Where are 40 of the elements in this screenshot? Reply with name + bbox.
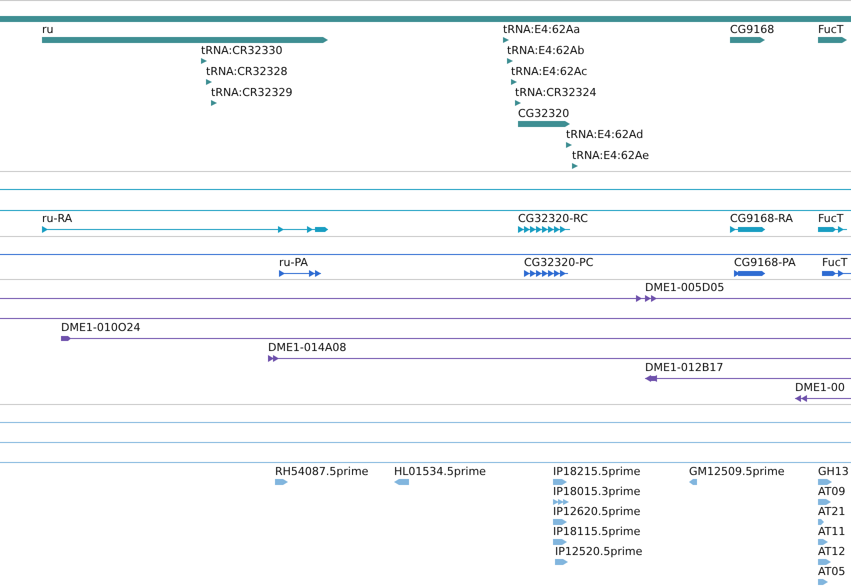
feature-label: AT11 [818,525,846,538]
feature-label: tRNA:E4:62Ae [572,149,649,162]
feature-label: RH54087.5prime [275,465,368,478]
feature-label: ru-PA [279,256,308,269]
feature-label: ru-RA [42,212,72,225]
feature-label: tRNA:CR32328 [206,65,288,78]
feature-label: GM12509.5prime [689,465,785,478]
feature-label: AT05 [818,565,846,578]
feature-label: DME1-012B17 [645,361,724,374]
feature-label: CG32320-RC [518,212,588,225]
feature-label: CG32320-PC [524,256,594,269]
feature-label: IP18215.5prime [553,465,640,478]
feature-label: FucT [822,256,848,269]
feature-label: CG9168-PA [734,256,796,269]
feature-label: tRNA:E4:62Ac [511,65,588,78]
feature-label: AT12 [818,545,846,558]
feature-label: CG32320 [518,107,570,120]
feature-label: ru [42,23,54,36]
feature-label: DME1-010O24 [61,321,141,334]
feature-label: tRNA:E4:62Ad [566,128,644,141]
feature-label: CG9168-RA [730,212,793,225]
feature-label: FucT [818,212,844,225]
feature-label: tRNA:E4:62Ab [507,44,584,57]
feature-label: DME1-014A08 [268,341,346,354]
feature-label: GH13 [818,465,849,478]
feature-label: DME1-005D05 [645,281,724,294]
feature-label: tRNA:CR32330 [201,44,283,57]
feature-label: IP12520.5prime [555,545,642,558]
feature-label: AT21 [818,505,846,518]
feature-label: HL01534.5prime [394,465,486,478]
feature-label: IP18015.3prime [553,485,640,498]
feature-label: DME1-00 [795,381,845,394]
feature-label: tRNA:CR32329 [211,86,293,99]
feature-label: CG9168 [730,23,774,36]
feature-label: tRNA:CR32324 [515,86,597,99]
feature-label: FucT [818,23,844,36]
feature-label: IP12620.5prime [553,505,640,518]
feature-label: IP18115.5prime [553,525,640,538]
feature-label: AT09 [818,485,846,498]
feature-label: tRNA:E4:62Aa [503,23,580,36]
